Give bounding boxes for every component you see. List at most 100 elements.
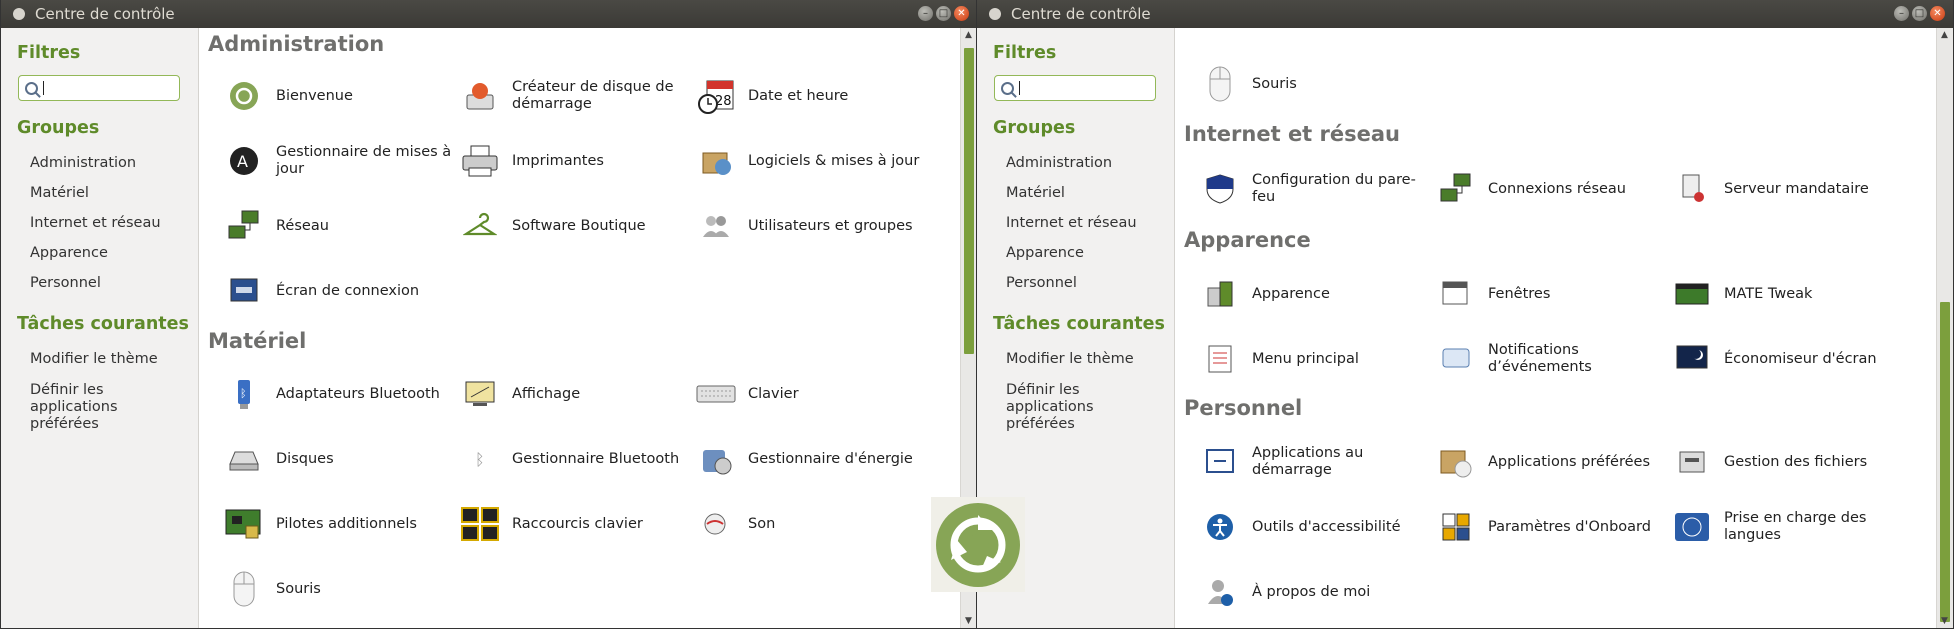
ubuntu-mate-logo-icon	[931, 497, 1025, 592]
tasks-heading: Tâches courantes	[17, 314, 189, 334]
mate-tweak-icon	[1672, 274, 1712, 314]
minimize-button[interactable]: –	[1894, 6, 1909, 21]
section-title: Administration	[208, 32, 385, 56]
file-management-icon	[1672, 442, 1712, 482]
login-screen-icon	[224, 271, 264, 311]
preferred-apps-icon	[1436, 442, 1476, 482]
applet-item[interactable]: ᛒ Gestionnaire Bluetooth	[460, 435, 690, 483]
applet-item[interactable]: Logiciels & mises à jour	[696, 137, 926, 185]
applet-item[interactable]: MATE Tweak	[1672, 270, 1902, 318]
onboard-icon	[1436, 507, 1476, 547]
scrollbar[interactable]: ▲ ▼	[1936, 28, 1953, 628]
close-button[interactable]: ✕	[954, 6, 969, 21]
applet-label: Apparence	[1252, 285, 1330, 302]
group-link-administration[interactable]: Administration	[1006, 155, 1112, 172]
applet-item[interactable]: Économiseur d'écran	[1672, 335, 1902, 383]
applet-item[interactable]: ᛒ Adaptateurs Bluetooth	[224, 370, 454, 418]
applet-item[interactable]: Utilisateurs et groupes	[696, 202, 926, 250]
proxy-icon	[1672, 169, 1712, 209]
maximize-button[interactable]: □	[936, 6, 951, 21]
scroll-down-icon[interactable]: ▼	[965, 616, 972, 626]
group-link-personnel[interactable]: Personnel	[1006, 275, 1077, 292]
applet-label: Connexions réseau	[1488, 180, 1626, 197]
applet-label: Adaptateurs Bluetooth	[276, 385, 440, 402]
applet-item[interactable]: Software Boutique	[460, 202, 690, 250]
task-link-preferred-apps[interactable]: Définir les applications préférées	[30, 382, 140, 433]
applet-item[interactable]: Créateur de disque de démarrage	[460, 72, 690, 120]
applet-item[interactable]: Paramètres d'Onboard	[1436, 503, 1666, 551]
applet-item[interactable]: Applications préférées	[1436, 438, 1666, 486]
language-support-icon	[1672, 507, 1712, 547]
software-box-icon	[696, 141, 736, 181]
task-link-theme[interactable]: Modifier le thème	[1006, 351, 1134, 368]
applet-item[interactable]: À propos de moi	[1200, 568, 1430, 616]
applet-item[interactable]: Gestionnaire d'énergie	[696, 435, 926, 483]
scroll-thumb[interactable]	[1940, 302, 1950, 622]
section-title: Personnel	[1184, 396, 1303, 420]
applet-item[interactable]: Fenêtres	[1436, 270, 1666, 318]
applet-item[interactable]: Serveur mandataire	[1672, 165, 1902, 213]
group-link-internet[interactable]: Internet et réseau	[30, 215, 161, 232]
close-button[interactable]: ✕	[1930, 6, 1945, 21]
scroll-up-icon[interactable]: ▲	[965, 30, 972, 40]
applet-item[interactable]: Gestion des fichiers	[1672, 438, 1902, 486]
applet-item[interactable]: Raccourcis clavier	[460, 500, 690, 548]
search-icon	[25, 82, 38, 95]
applet-item[interactable]: Bienvenue	[224, 72, 454, 120]
applet-item[interactable]: Affichage	[460, 370, 690, 418]
maximize-button[interactable]: □	[1912, 6, 1927, 21]
group-link-materiel[interactable]: Matériel	[30, 185, 89, 202]
tasks-heading: Tâches courantes	[993, 314, 1165, 334]
applet-item[interactable]: Outils d'accessibilité	[1200, 503, 1430, 551]
applet-item[interactable]: Clavier	[696, 370, 926, 418]
applet-item[interactable]: Configuration du pare-feu	[1200, 165, 1430, 213]
applet-item[interactable]: Souris	[224, 565, 454, 613]
group-link-materiel[interactable]: Matériel	[1006, 185, 1065, 202]
groups-heading: Groupes	[993, 118, 1076, 138]
task-link-theme[interactable]: Modifier le thème	[30, 351, 158, 368]
applet-item[interactable]: Apparence	[1200, 270, 1430, 318]
scroll-down-icon[interactable]: ▼	[1941, 616, 1948, 626]
applet-item[interactable]: Notifications d’événements	[1436, 335, 1666, 383]
minimize-button[interactable]: –	[918, 6, 933, 21]
applet-label: Paramètres d'Onboard	[1488, 518, 1651, 535]
calendar-clock-icon: 28	[696, 76, 736, 116]
group-link-personnel[interactable]: Personnel	[30, 275, 101, 292]
svg-text:A: A	[237, 152, 248, 171]
printer-icon	[460, 141, 500, 181]
applet-item[interactable]: Souris	[1200, 60, 1430, 108]
applet-label: Serveur mandataire	[1724, 180, 1869, 197]
scroll-up-icon[interactable]: ▲	[1941, 30, 1948, 40]
applet-item[interactable]: Prise en charge des langues	[1672, 503, 1902, 551]
applet-label: Prise en charge des langues	[1724, 510, 1867, 543]
mouse-icon	[1200, 64, 1240, 104]
applet-item[interactable]: Applications au démarrage	[1200, 438, 1430, 486]
task-link-preferred-apps[interactable]: Définir les applications préférées	[1006, 382, 1116, 433]
applet-item[interactable]: Pilotes additionnels	[224, 500, 454, 548]
update-manager-icon: A	[224, 141, 264, 181]
applet-label: MATE Tweak	[1724, 285, 1813, 302]
applet-item[interactable]: Disques	[224, 435, 454, 483]
svg-text:ᛒ: ᛒ	[475, 450, 485, 469]
search-input[interactable]	[18, 75, 180, 101]
applet-item[interactable]: Son	[696, 500, 926, 548]
group-link-apparence[interactable]: Apparence	[30, 245, 108, 262]
filters-heading: Filtres	[993, 43, 1057, 63]
applet-item[interactable]: Écran de connexion	[224, 267, 454, 315]
window-menu-icon[interactable]	[13, 8, 25, 20]
search-input[interactable]	[994, 75, 1156, 101]
group-link-apparence[interactable]: Apparence	[1006, 245, 1084, 262]
applet-item[interactable]: Menu principal	[1200, 335, 1430, 383]
group-link-administration[interactable]: Administration	[30, 155, 136, 172]
applet-item[interactable]: A Gestionnaire de mises à jour	[224, 137, 454, 185]
window-menu-icon[interactable]	[989, 8, 1001, 20]
search-icon	[1001, 82, 1014, 95]
scroll-thumb[interactable]	[964, 48, 974, 354]
applet-item[interactable]: 28 Date et heure	[696, 72, 926, 120]
applet-item[interactable]: Connexions réseau	[1436, 165, 1666, 213]
group-link-internet[interactable]: Internet et réseau	[1006, 215, 1137, 232]
applet-item[interactable]: Réseau	[224, 202, 454, 250]
applet-label: Gestionnaire d'énergie	[748, 450, 913, 467]
applet-label: Réseau	[276, 217, 329, 234]
applet-item[interactable]: Imprimantes	[460, 137, 690, 185]
